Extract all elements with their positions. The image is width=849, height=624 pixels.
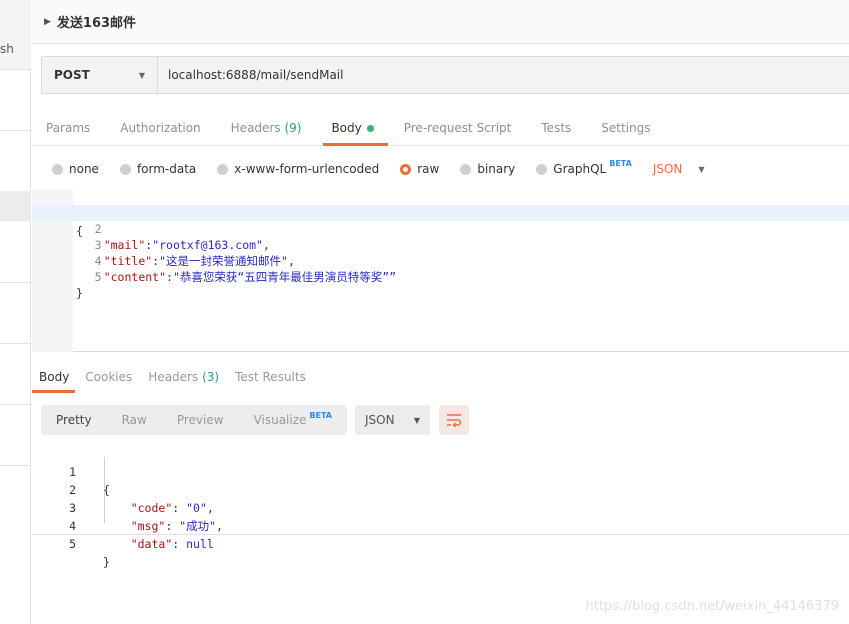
main-panel: ▶ 发送163邮件 POST ▼ Params Authorization He…	[31, 0, 849, 624]
response-tabs: Body Cookies Headers (3) Test Results	[31, 362, 849, 393]
tab-body-label: Body	[331, 121, 362, 135]
tab-settings[interactable]: Settings	[601, 106, 650, 145]
raw-format-select[interactable]: JSON	[653, 162, 683, 176]
body-type-label: x-www-form-urlencoded	[234, 162, 380, 176]
response-line: 4 "data": null	[32, 499, 849, 551]
request-title-bar: ▶ 发送163邮件	[32, 0, 849, 44]
request-name[interactable]: 发送163邮件	[57, 12, 136, 31]
radio-icon	[119, 163, 131, 175]
body-type-label: binary	[477, 162, 516, 176]
sidebar-divider	[0, 282, 31, 283]
chevron-down-icon[interactable]: ▼	[698, 165, 704, 174]
radio-icon	[52, 163, 63, 175]
request-tabs: Params Authorization Headers (9) Body Pr…	[32, 106, 849, 146]
response-format-label: JSON	[365, 413, 395, 427]
expand-caret-icon[interactable]: ▶	[44, 17, 51, 27]
json-key: "data"	[130, 537, 173, 551]
sidebar-divider	[0, 343, 31, 344]
body-type-form-data[interactable]: form-data	[119, 162, 197, 176]
response-headers-count: (3)	[202, 370, 220, 384]
response-line: 3 "msg": "成功",	[32, 481, 849, 533]
request-body-editor[interactable]: 1 ▾ { 2 "mail":"rootxf@163.com", 3 "titl…	[32, 189, 849, 352]
tab-response-body[interactable]: Body	[31, 362, 76, 393]
url-bar: POST ▼	[41, 56, 849, 94]
json-key: "content"	[103, 270, 167, 284]
tab-response-headers-label: Headers	[148, 370, 199, 384]
url-input[interactable]	[158, 57, 849, 93]
json-string: "恭喜您荣获“五四青年最佳男演员特等奖””	[172, 270, 397, 284]
brace: }	[76, 286, 83, 300]
body-type-urlencoded[interactable]: x-www-form-urlencoded	[217, 162, 379, 176]
tab-authorization[interactable]: Authorization	[120, 106, 200, 145]
response-line: 5 }	[32, 517, 849, 569]
view-raw-button[interactable]: Raw	[107, 413, 162, 427]
body-indicator-dot	[366, 125, 374, 132]
wrap-lines-button[interactable]	[439, 405, 469, 435]
tab-headers[interactable]: Headers (9)	[231, 106, 302, 145]
editor-line: 4 "content":"恭喜您荣获“五四青年最佳男演员特等奖””	[32, 237, 849, 284]
line-number: 5	[94, 270, 102, 284]
json-null: null	[186, 537, 214, 551]
view-preview-button[interactable]: Preview	[162, 413, 239, 427]
view-mode-group: Pretty Raw Preview Visualize BETA	[41, 405, 347, 435]
radio-icon	[460, 163, 472, 175]
chevron-down-icon: ▼	[413, 415, 420, 425]
body-type-label: GraphQL	[553, 162, 607, 176]
view-pretty-button[interactable]: Pretty	[41, 413, 107, 427]
method-select[interactable]: POST ▼	[42, 57, 158, 93]
tab-headers-label: Headers	[230, 121, 281, 135]
body-type-label: none	[69, 162, 99, 176]
body-type-graphql[interactable]: GraphQL BETA	[536, 158, 632, 176]
sidebar: sh	[0, 0, 31, 624]
tab-body[interactable]: Body	[323, 106, 389, 146]
sidebar-fragment-text: sh	[0, 42, 14, 56]
body-type-binary[interactable]: binary	[460, 162, 515, 176]
wrap-lines-icon	[447, 414, 462, 427]
editor-line: 5 }	[32, 253, 849, 300]
response-line: 1 {	[32, 445, 849, 497]
tab-cookies[interactable]: Cookies	[85, 362, 132, 393]
body-type-label: form-data	[136, 162, 197, 176]
body-type-none[interactable]: none	[52, 162, 99, 176]
beta-badge: BETA	[309, 411, 332, 420]
line-number: 5	[69, 537, 76, 551]
sidebar-selected-item[interactable]	[0, 191, 31, 221]
response-body-viewer[interactable]: 1 { 2 "code": "0", 3 "msg": "成功", 4 "dat…	[32, 445, 849, 569]
response-format-select[interactable]: JSON ▼	[355, 405, 430, 435]
brace: }	[103, 555, 110, 569]
response-toolbar: Pretty Raw Preview Visualize BETA JSON ▼	[41, 405, 469, 435]
visualize-label: Visualize	[253, 413, 307, 427]
radio-icon	[536, 163, 548, 175]
beta-badge: BETA	[609, 158, 632, 168]
tab-response-headers[interactable]: Headers (3)	[148, 362, 219, 393]
response-line: 2 "code": "0",	[32, 463, 849, 515]
tab-test-results[interactable]: Test Results	[235, 362, 306, 393]
tab-tests[interactable]: Tests	[541, 106, 571, 145]
editor-line: 1 ▾ {	[32, 189, 849, 238]
headers-count: (9)	[284, 121, 302, 135]
sidebar-divider	[0, 465, 31, 466]
view-visualize-button[interactable]: Visualize BETA	[239, 411, 347, 427]
sidebar-divider	[0, 404, 31, 405]
editor-line: 3 "title":"这是一封荣誉通知邮件",	[32, 221, 849, 268]
body-type-raw[interactable]: raw	[400, 162, 439, 176]
chevron-down-icon: ▼	[138, 70, 145, 80]
sidebar-header	[0, 0, 31, 70]
watermark: https://blog.csdn.net/weixin_44146379	[585, 599, 839, 614]
tab-pre-request-script[interactable]: Pre-request Script	[404, 106, 512, 145]
tab-params[interactable]: Params	[46, 106, 90, 145]
radio-selected-icon	[400, 163, 412, 175]
sidebar-divider	[0, 130, 31, 131]
body-type-label: raw	[417, 162, 440, 176]
editor-line: 2 "mail":"rootxf@163.com",	[32, 205, 849, 252]
body-type-selector: none form-data x-www-form-urlencoded raw…	[52, 156, 849, 182]
method-label: POST	[54, 68, 90, 82]
radio-icon	[217, 163, 229, 175]
